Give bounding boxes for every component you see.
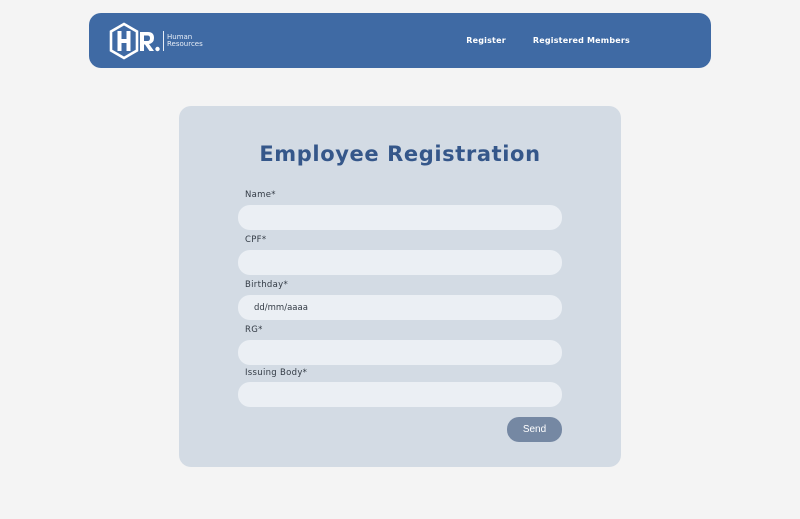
- nav-registered-members-link[interactable]: Registered Members: [533, 36, 630, 45]
- send-button[interactable]: Send: [507, 417, 562, 442]
- nav-register-link[interactable]: Register: [466, 36, 506, 45]
- name-label: Name*: [245, 190, 276, 200]
- birthday-label: Birthday*: [245, 280, 288, 290]
- logo-text-line2: Resources: [167, 40, 203, 48]
- nav-links: Register Registered Members: [466, 13, 630, 68]
- rg-label: RG*: [245, 325, 263, 335]
- cpf-label: CPF*: [245, 235, 267, 245]
- logo-divider: [163, 31, 164, 51]
- issuing-body-input[interactable]: [238, 382, 562, 407]
- cpf-input[interactable]: [238, 250, 562, 275]
- hr-logo[interactable]: Human Resources: [109, 21, 203, 61]
- hexagon-h-logo-icon: [109, 22, 160, 60]
- logo-text: Human Resources: [167, 34, 203, 48]
- issuing-body-label: Issuing Body*: [245, 368, 308, 378]
- page-title: Employee Registration: [259, 142, 541, 166]
- birthday-date-input[interactable]: [238, 295, 562, 320]
- rg-input[interactable]: [238, 340, 562, 365]
- top-navbar: Human Resources Register Registered Memb…: [89, 13, 711, 68]
- name-input[interactable]: [238, 205, 562, 230]
